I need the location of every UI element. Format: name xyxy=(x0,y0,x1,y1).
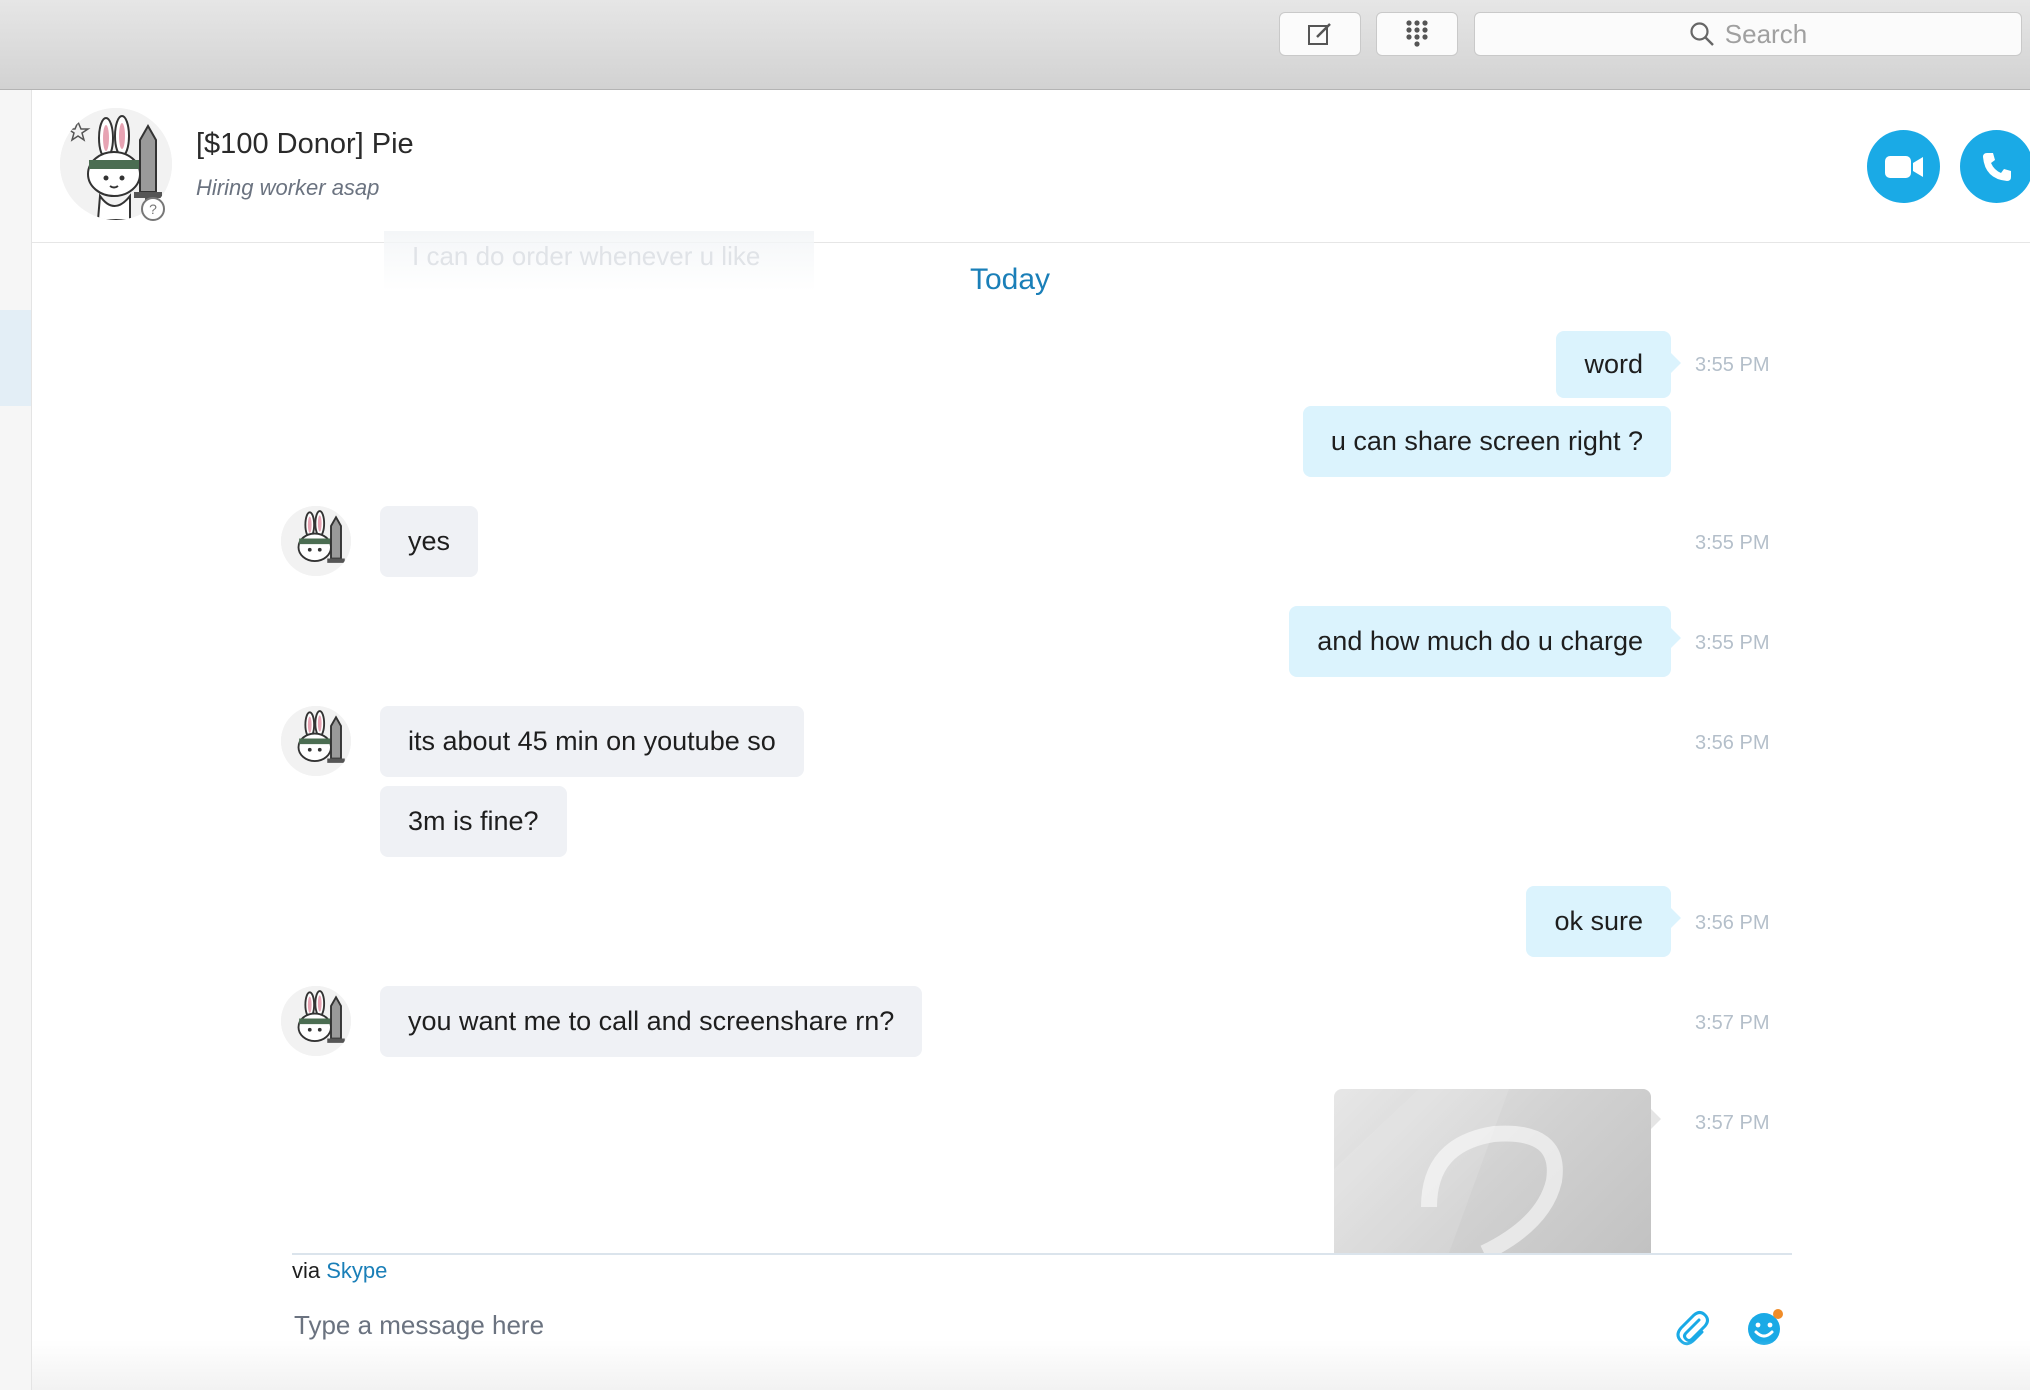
message-bubble-incoming[interactable]: you want me to call and screenshare rn? xyxy=(380,986,923,1057)
image-placeholder-icon xyxy=(1334,1089,1563,1253)
via-prefix: via xyxy=(292,1258,321,1283)
bubble-tail xyxy=(1651,1109,1661,1129)
message-timestamp: 3:55 PM xyxy=(1695,532,1770,554)
contact-mood-message: Hiring worker asap xyxy=(196,175,380,200)
audio-call-button[interactable] xyxy=(1960,130,2030,203)
message-bubble-outgoing[interactable]: word xyxy=(1556,331,1681,398)
bubble-tail xyxy=(1671,908,1681,928)
search-box[interactable]: Search xyxy=(1474,12,2022,56)
status-unknown-icon: ? xyxy=(141,197,165,221)
message-timestamp: 3:56 PM xyxy=(1695,912,1770,934)
contact-name[interactable]: [$100 Donor] Pie xyxy=(196,128,414,161)
message-timestamp: 3:55 PM xyxy=(1695,632,1770,654)
bubble-tail xyxy=(1671,628,1681,648)
message-timestamp: 3:57 PM xyxy=(1695,1112,1770,1134)
bottom-shadow xyxy=(32,1340,2030,1390)
message-bubble-outgoing[interactable]: u can share screen right ? xyxy=(1302,406,1671,477)
phone-icon xyxy=(1982,152,2011,181)
compose-button[interactable] xyxy=(1279,12,1361,56)
message-text: and how much do u charge xyxy=(1317,626,1643,656)
message-text: word xyxy=(1584,349,1643,379)
message-bubble-incoming[interactable]: its about 45 min on youtube so xyxy=(380,706,804,777)
message-text: ok sure xyxy=(1554,906,1643,936)
video-camera-icon xyxy=(1884,155,1923,178)
composer-divider xyxy=(292,1253,1792,1255)
image-message-thumbnail[interactable] xyxy=(1334,1089,1651,1253)
video-call-button[interactable] xyxy=(1867,130,1940,203)
message-list[interactable]: I can do order whenever u like Today wor… xyxy=(32,231,2030,1253)
message-bubble-incoming[interactable]: 3m is fine? xyxy=(380,786,567,857)
message-text: u can share screen right ? xyxy=(1330,426,1643,456)
sender-avatar[interactable] xyxy=(281,986,351,1056)
message-bubble-incoming[interactable]: yes xyxy=(380,506,479,577)
search-icon xyxy=(1690,22,1714,46)
message-text: yes xyxy=(408,526,451,556)
via-skype-link[interactable]: Skype xyxy=(326,1258,387,1283)
conversation-header: ? [$100 Donor] Pie Hiring worker asap xyxy=(32,90,2030,243)
message-timestamp: 3:55 PM xyxy=(1695,354,1770,376)
search-placeholder: Search xyxy=(1724,18,1808,49)
message-bubble-outgoing[interactable]: and how much do u charge xyxy=(1289,606,1681,677)
message-bubble-outgoing[interactable]: ok sure xyxy=(1526,886,1681,957)
dialpad-button[interactable] xyxy=(1376,12,1458,56)
message-text: 3m is fine? xyxy=(408,806,539,836)
compose-icon xyxy=(1308,23,1331,45)
bunny-knight-avatar-icon xyxy=(281,706,351,776)
bubble-tail xyxy=(1671,353,1681,373)
via-label: via Skype xyxy=(292,1258,387,1284)
top-toolbar: Search xyxy=(0,0,2030,90)
dialpad-icon xyxy=(1406,20,1428,47)
sidebar-edge xyxy=(0,90,32,1390)
message-timestamp: 3:56 PM xyxy=(1695,732,1770,754)
date-separator: Today xyxy=(969,263,1051,296)
bunny-knight-avatar-icon xyxy=(281,986,351,1056)
bunny-knight-avatar-icon xyxy=(281,506,351,576)
message-text: its about 45 min on youtube so xyxy=(408,726,776,756)
message-timestamp: 3:57 PM xyxy=(1695,1012,1770,1034)
sender-avatar[interactable] xyxy=(281,506,351,576)
svg-text:?: ? xyxy=(149,201,157,217)
sidebar-selected-item[interactable] xyxy=(0,310,31,406)
sender-avatar[interactable] xyxy=(281,706,351,776)
message-text: you want me to call and screenshare rn? xyxy=(408,1006,895,1036)
